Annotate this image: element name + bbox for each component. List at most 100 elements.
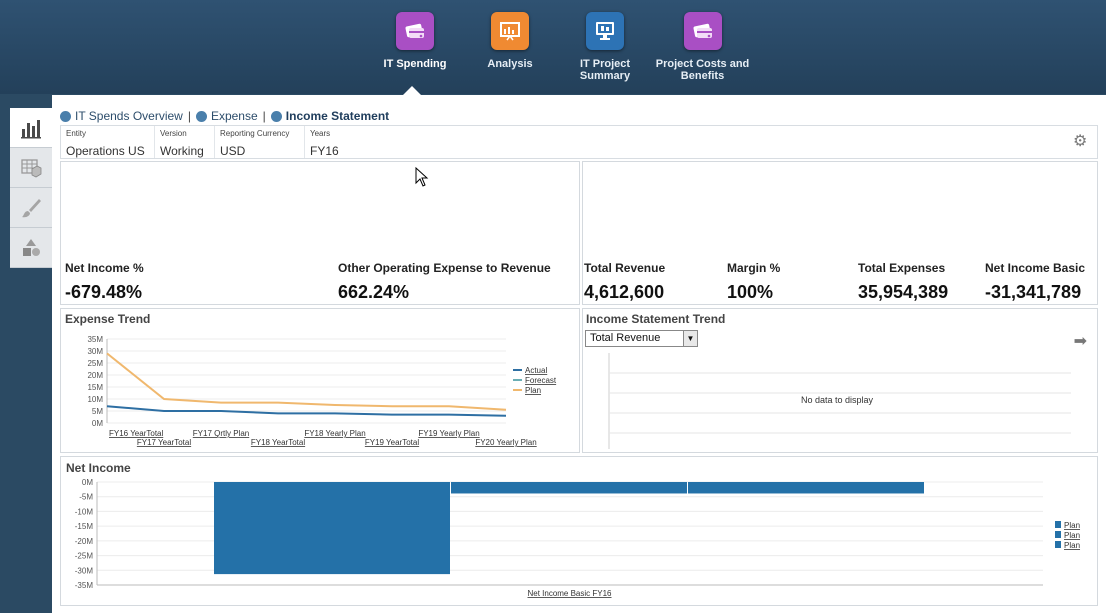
kpi-title: Total Revenue <box>584 261 666 275</box>
legend-label: Plan <box>1064 521 1080 530</box>
y-tick-label: 0M <box>92 419 103 428</box>
breadcrumb-item[interactable]: IT Spends Overview <box>75 109 183 123</box>
nav-label: Analysis <box>487 58 533 70</box>
legend-swatch <box>1055 541 1061 548</box>
bar-plan <box>214 482 450 575</box>
net-income-chart: 0M-5M-10M-15M-20M-25M-30M-35MPlanPlanPla… <box>75 478 1080 598</box>
breadcrumb-item[interactable]: Expense <box>211 109 258 123</box>
y-tick-label: 20M <box>87 371 103 380</box>
nav-label: Project Costs and Benefits <box>655 58 750 82</box>
pov-version[interactable]: Version Working <box>155 126 215 158</box>
kpi-value: -31,341,789 <box>985 282 1082 302</box>
active-nav-pointer <box>403 86 421 95</box>
legend-label: Plan <box>1064 541 1080 550</box>
kpi-title: Net Income % <box>65 261 144 275</box>
y-tick-label: 10M <box>87 395 103 404</box>
breadcrumb-separator: | <box>262 109 266 123</box>
kpi-value: 4,612,600 <box>584 282 665 302</box>
expense-trend-chart: 35M30M25M20M15M10M5M0MFY16 YearTotalFY17… <box>87 335 557 447</box>
pov-label: Version <box>160 129 187 138</box>
gear-icon[interactable]: ⚙ <box>1073 134 1089 150</box>
y-tick-label: 5M <box>92 407 103 416</box>
sidebar-item-dashboards[interactable] <box>10 108 52 148</box>
y-tick-label: 0M <box>82 478 93 487</box>
dashboard-main: IT Spends Overview | Expense | Income St… <box>52 95 1106 613</box>
legend-label: Forecast <box>525 376 557 385</box>
nav-it-spending[interactable]: IT Spending <box>370 12 460 70</box>
pov-label: Years <box>310 129 331 138</box>
bar-chart-icon <box>21 119 41 138</box>
y-tick-label: 30M <box>87 347 103 356</box>
pov-value: Working <box>160 144 204 158</box>
legend-label: Plan <box>525 386 541 395</box>
kpi-title: Net Income Basic <box>985 261 1086 275</box>
sidebar-item-design[interactable] <box>10 188 52 228</box>
nav-analysis[interactable]: Analysis <box>465 12 555 70</box>
y-tick-label: -20M <box>75 537 94 546</box>
dashboard-icon <box>195 110 207 122</box>
pov-currency[interactable]: Reporting Currency USD <box>215 126 305 158</box>
mouse-cursor-icon <box>415 167 429 187</box>
card-icon <box>396 12 434 50</box>
net-income-panel: Net Income 0M -5M -10M -15M -20M -25M -30M -35M… <box>60 456 1098 606</box>
x-tick-label: Net Income Basic FY16 <box>527 589 612 598</box>
x-tick-label: FY17 Qrtly Plan <box>193 429 249 438</box>
breadcrumb-separator: | <box>187 109 191 123</box>
x-tick-label: FY17 YearTotal <box>137 438 191 447</box>
grid-cube-icon <box>21 158 42 177</box>
pov-label: Entity <box>66 129 87 138</box>
bar-plan <box>451 482 687 494</box>
kpi-value: 100% <box>727 282 774 302</box>
x-tick-label: FY19 YearTotal <box>365 438 419 447</box>
nav-label: IT Project Summary <box>579 58 631 82</box>
sidebar-item-shapes[interactable] <box>10 228 52 268</box>
card-icon <box>683 12 722 50</box>
kpi-title: Other Operating Expense to Revenue <box>338 261 551 275</box>
brush-icon <box>22 198 41 217</box>
pov-bar: Entity Operations US Version Working Rep… <box>60 125 1098 159</box>
nav-project-costs-benefits[interactable]: Project Costs and Benefits <box>655 12 750 82</box>
pov-years[interactable]: Years FY16 <box>305 126 365 158</box>
x-tick-label: FY16 YearTotal <box>109 429 163 438</box>
pov-value: Operations US <box>66 144 145 158</box>
bar-plan <box>688 482 924 494</box>
income-trend-panel: Income Statement Trend Total Revenue ▼ ➡… <box>582 308 1098 453</box>
x-tick-label: FY19 Yearly Plan <box>418 429 479 438</box>
sidebar <box>10 108 52 613</box>
sidebar-item-data[interactable] <box>10 148 52 188</box>
x-tick-label: FY18 YearTotal <box>251 438 305 447</box>
legend-label: Actual <box>525 366 547 375</box>
monitor-icon <box>586 12 624 50</box>
no-data-message: No data to display <box>801 395 874 405</box>
kpi-value: 35,954,389 <box>858 282 949 302</box>
pov-label: Reporting Currency <box>220 129 290 138</box>
nav-it-project-summary[interactable]: IT Project Summary <box>560 12 650 82</box>
y-tick-label: 25M <box>87 359 103 368</box>
y-tick-label: -10M <box>75 507 94 516</box>
y-tick-label: -25M <box>75 552 94 561</box>
y-tick-label: -35M <box>75 581 94 590</box>
income-trend-chart <box>608 353 1071 449</box>
kpi-title: Total Expenses <box>858 261 946 275</box>
y-tick-label: -30M <box>75 566 94 575</box>
y-tick-label: -15M <box>75 522 94 531</box>
kpi-value: -679.48% <box>65 282 143 302</box>
top-navigation: IT Spending Analysis IT Project Summary … <box>0 0 1106 95</box>
y-tick-label: 35M <box>87 335 103 344</box>
kpi-title: Margin % <box>727 261 781 275</box>
x-tick-label: FY20 Yearly Plan <box>475 438 536 447</box>
pov-value: USD <box>220 144 246 158</box>
y-tick-label: 15M <box>87 383 103 392</box>
expense-trend-panel: Expense Trend 35M 30M 25M 20M 15M 10M 5M 0M FY16… <box>60 308 580 453</box>
x-tick-label: FY18 Yearly Plan <box>304 429 365 438</box>
series-line-plan <box>106 352 507 411</box>
breadcrumb: IT Spends Overview | Expense | Income St… <box>60 109 389 123</box>
kpi-value: 662.24% <box>338 282 410 302</box>
dashboard-icon <box>270 110 282 122</box>
breadcrumb-current: Income Statement <box>285 109 390 123</box>
legend-swatch <box>1055 521 1061 528</box>
pov-entity[interactable]: Entity Operations US <box>61 126 155 158</box>
kpi-panel-left: Net Income % -679.48% Other Operating Ex… <box>60 161 580 305</box>
nav-label: IT Spending <box>383 58 447 70</box>
presentation-chart-icon <box>491 12 529 50</box>
